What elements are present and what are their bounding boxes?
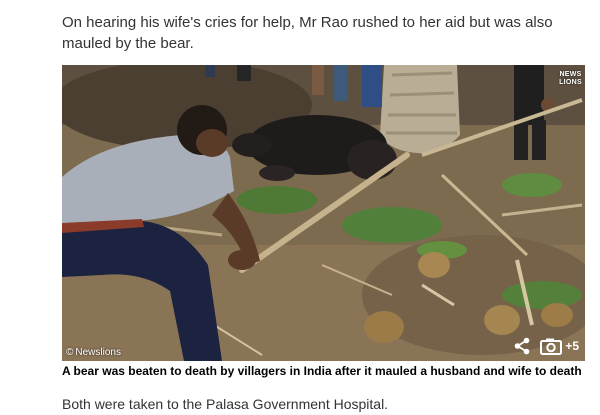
photo-credit: © Newslions (66, 347, 121, 358)
camera-icon (540, 338, 563, 355)
copyright-icon: © (66, 347, 74, 358)
gallery-button[interactable]: +5 (540, 338, 579, 355)
photo-credit-label: Newslions (75, 347, 121, 358)
article-paragraph: Both were taken to the Palasa Government… (62, 396, 389, 412)
image-caption: A bear was beaten to death by villagers … (62, 364, 582, 378)
photo-toolbar: +5 (514, 337, 579, 355)
article-paragraph: On hearing his wife's cries for help, Mr… (62, 14, 553, 52)
brand-watermark: NEWS LIONS (559, 71, 582, 86)
share-icon[interactable] (514, 337, 530, 355)
photo-scene (62, 65, 585, 361)
article-photo[interactable]: NEWS LIONS © Newslions +5 (62, 65, 585, 361)
gallery-count: +5 (565, 339, 579, 353)
